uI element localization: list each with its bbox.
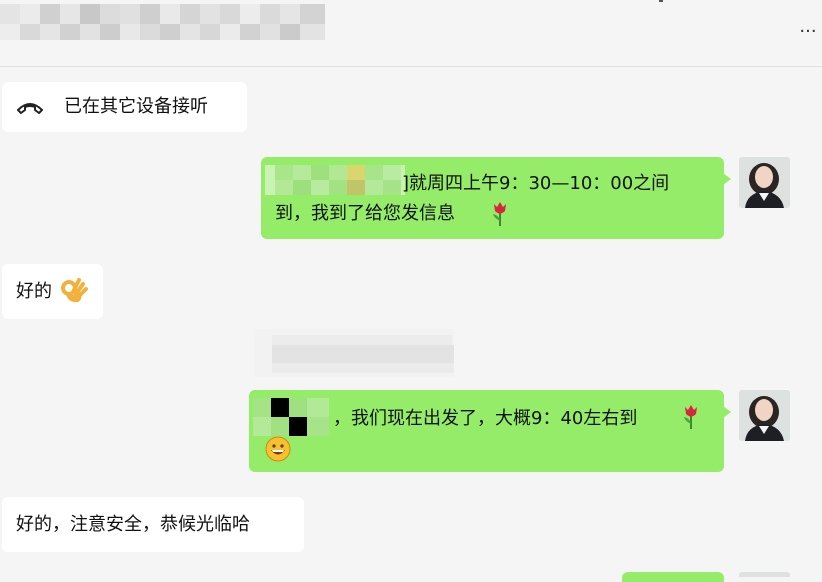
phone-hangup-icon — [17, 103, 43, 114]
chat-header: ··· — [0, 0, 822, 67]
tulip-emoji-icon — [684, 405, 697, 429]
redacted-timestamp — [254, 329, 454, 377]
sent-message-bubble-2[interactable]: ，我们现在出发了，大概9：40左右到 — [249, 390, 731, 472]
more-dots-icon: ··· — [799, 21, 817, 42]
call-notice-text: 已在其它设备接听 — [64, 96, 208, 117]
redacted-name-block-2 — [253, 398, 329, 436]
my-avatar[interactable] — [739, 157, 790, 208]
sent-message-bubble-partial[interactable] — [622, 572, 724, 582]
message-text: 好的 — [16, 281, 52, 302]
received-message-bubble-2[interactable]: 好的，注意安全，恭候光临哈 — [2, 497, 304, 552]
received-message-bubble[interactable]: 好的 — [2, 264, 103, 319]
message-text: 好的，注意安全，恭候光临哈 — [16, 514, 250, 535]
header-indicator — [659, 0, 663, 2]
call-notice-bubble[interactable]: 已在其它设备接听 — [2, 82, 247, 132]
message-text-line1: ，我们现在出发了，大概9：40左右到 — [333, 408, 638, 429]
grinning-emoji-icon — [265, 436, 291, 462]
message-text-line1: ]就周四上午9：30—10：00之间 — [402, 173, 670, 194]
tulip-emoji-icon — [493, 202, 506, 226]
more-options-button[interactable]: ··· — [795, 22, 821, 42]
redacted-contact-name — [0, 4, 325, 40]
ok-hand-emoji-icon — [61, 278, 88, 303]
my-avatar-2[interactable] — [739, 390, 790, 441]
sent-message-bubble[interactable]: ]就周四上午9：30—10：00之间 到，我到了给您发信息 — [261, 157, 731, 239]
message-text-line2: 到，我到了给您发信息 — [275, 203, 455, 224]
redacted-name-block — [265, 165, 405, 195]
my-avatar-partial[interactable] — [739, 572, 790, 577]
